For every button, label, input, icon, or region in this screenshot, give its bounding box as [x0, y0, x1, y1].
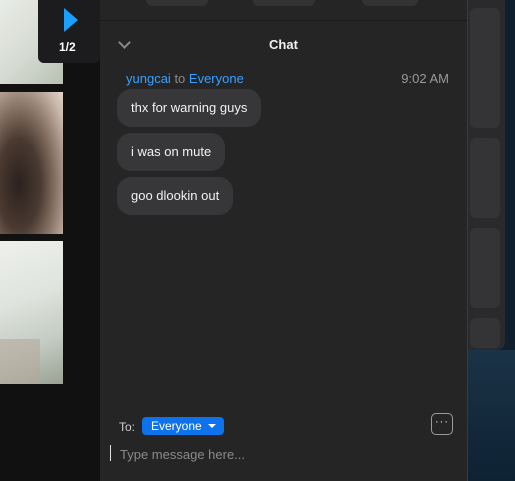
to-word: to	[174, 71, 186, 86]
sender-name[interactable]: yungcai	[126, 71, 171, 86]
page-indicator: 1/2	[59, 40, 76, 54]
message-input[interactable]	[120, 443, 440, 465]
desktop-wallpaper	[468, 350, 515, 481]
recipient-dropdown[interactable]: Everyone	[142, 417, 224, 435]
video-tile[interactable]	[0, 92, 63, 234]
chat-header: Chat	[100, 20, 467, 67]
to-label: To:	[119, 420, 136, 434]
video-gallery: 1/2	[0, 0, 100, 481]
chat-message: thx for warning guys	[117, 89, 262, 127]
message-timestamp: 9:02 AM	[401, 71, 449, 86]
chat-message: goo dlookin out	[117, 177, 234, 215]
recipient-name[interactable]: Everyone	[189, 71, 244, 86]
recipient-dropdown-label: Everyone	[151, 419, 202, 433]
compose-area: To: Everyone ···	[100, 401, 467, 481]
toolbar-button[interactable]	[362, 0, 418, 6]
chat-title: Chat	[269, 37, 298, 52]
more-options-button[interactable]: ···	[431, 413, 453, 435]
panel-slot	[470, 228, 500, 308]
message-meta: yungcai to Everyone 9:02 AM	[126, 71, 449, 86]
toolbar-remnant	[100, 0, 467, 8]
panel-slot	[470, 138, 500, 218]
panel-slot	[470, 8, 500, 128]
gallery-pager[interactable]: 1/2	[38, 0, 100, 63]
panel-slot	[470, 318, 500, 348]
text-cursor	[110, 445, 111, 461]
chat-message: i was on mute	[117, 133, 226, 171]
toolbar-button[interactable]	[146, 0, 208, 6]
chat-panel: Chat yungcai to Everyone 9:02 AM thx for…	[100, 0, 468, 481]
video-tile[interactable]	[0, 241, 63, 384]
play-arrow-icon[interactable]	[64, 8, 78, 32]
caret-down-icon	[207, 424, 216, 428]
toolbar-button[interactable]	[253, 0, 315, 6]
